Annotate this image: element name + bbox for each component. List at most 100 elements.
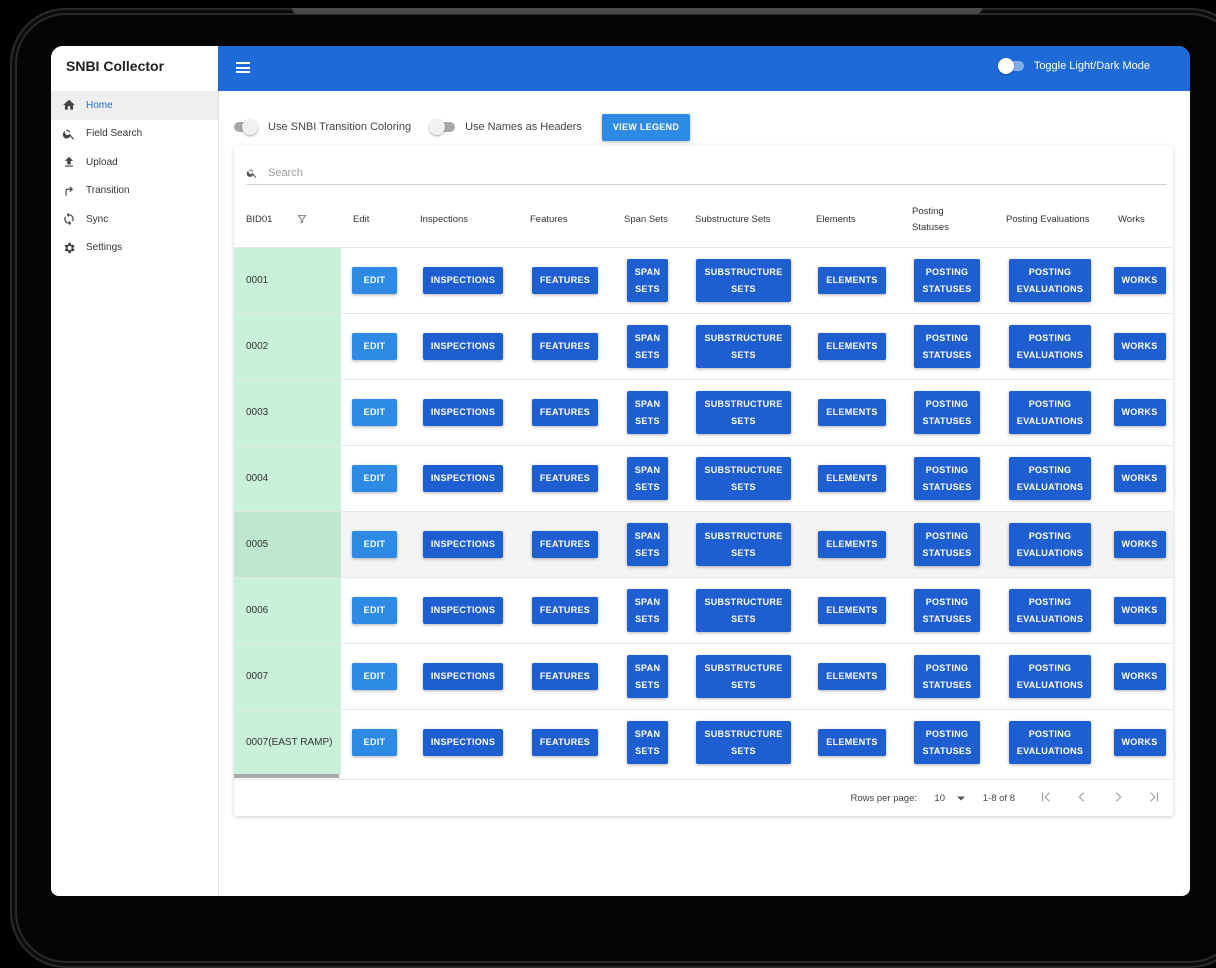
substructure-sets-button[interactable]: SUBSTRUCTURE SETS: [696, 523, 791, 566]
posting-statuses-button[interactable]: POSTING STATUSES: [914, 655, 980, 698]
transition-coloring-switch[interactable]: [234, 119, 258, 135]
features-button[interactable]: FEATURES: [531, 531, 599, 558]
elements-button[interactable]: ELEMENTS: [818, 465, 886, 492]
posting-evaluations-button[interactable]: POSTING EVALUATIONS: [1008, 655, 1092, 698]
substructure-sets-button[interactable]: SUBSTRUCTURE SETS: [696, 259, 791, 302]
inspections-button[interactable]: INSPECTIONS: [422, 267, 504, 294]
edit-button[interactable]: EDIT: [351, 267, 398, 294]
span-sets-button[interactable]: SPAN SETS: [626, 457, 669, 500]
inspections-button[interactable]: INSPECTIONS: [422, 663, 504, 690]
inspections-button[interactable]: INSPECTIONS: [422, 399, 504, 426]
works-button[interactable]: WORKS: [1113, 465, 1166, 492]
substructure-sets-button[interactable]: SUBSTRUCTURE SETS: [696, 325, 791, 368]
inspections-button[interactable]: INSPECTIONS: [422, 531, 504, 558]
features-button[interactable]: FEATURES: [531, 267, 599, 294]
sidebar-item-transition[interactable]: Transition: [51, 177, 218, 206]
filter-icon[interactable]: [297, 214, 308, 224]
sidebar-item-sync[interactable]: Sync: [51, 205, 218, 234]
span-sets-button[interactable]: SPAN SETS: [626, 259, 669, 302]
next-page-button[interactable]: [1111, 790, 1125, 804]
inspections-button[interactable]: INSPECTIONS: [422, 729, 504, 756]
sidebar-item-upload[interactable]: Upload: [51, 148, 218, 177]
substructure-sets-button[interactable]: SUBSTRUCTURE SETS: [696, 391, 791, 434]
span-sets-button[interactable]: SPAN SETS: [626, 523, 669, 566]
substructure-sets-button[interactable]: SUBSTRUCTURE SETS: [696, 655, 791, 698]
light-dark-switch[interactable]: [997, 58, 1024, 74]
menu-icon[interactable]: [236, 62, 250, 73]
posting-evaluations-button[interactable]: POSTING EVALUATIONS: [1008, 589, 1092, 632]
elements-button[interactable]: ELEMENTS: [818, 729, 886, 756]
edit-button[interactable]: EDIT: [351, 729, 398, 756]
edit-button[interactable]: EDIT: [351, 465, 398, 492]
inspections-cell: INSPECTIONS: [408, 577, 518, 644]
sidebar-item-field-search[interactable]: Field Search: [51, 120, 218, 149]
edit-button[interactable]: EDIT: [351, 597, 398, 624]
names-as-headers-switch[interactable]: [429, 119, 456, 135]
elements-button[interactable]: ELEMENTS: [818, 597, 886, 624]
button-label: EVALUATIONS: [1016, 283, 1084, 294]
inspections-button[interactable]: INSPECTIONS: [422, 333, 504, 360]
posting-statuses-button[interactable]: POSTING STATUSES: [914, 259, 980, 302]
edit-button[interactable]: EDIT: [351, 531, 398, 558]
substructure-sets-button[interactable]: SUBSTRUCTURE SETS: [696, 589, 791, 632]
span-sets-button[interactable]: SPAN SETS: [626, 655, 669, 698]
posting-evaluations-button[interactable]: POSTING EVALUATIONS: [1008, 325, 1092, 368]
edit-button[interactable]: EDIT: [351, 663, 398, 690]
posting-statuses-button[interactable]: POSTING STATUSES: [914, 391, 980, 434]
elements-button[interactable]: ELEMENTS: [818, 333, 886, 360]
elements-button[interactable]: ELEMENTS: [818, 663, 886, 690]
substructure-sets-button[interactable]: SUBSTRUCTURE SETS: [696, 721, 791, 764]
posting-evaluations-button[interactable]: POSTING EVALUATIONS: [1008, 721, 1092, 764]
features-button[interactable]: FEATURES: [531, 597, 599, 624]
span-sets-button[interactable]: SPAN SETS: [626, 325, 669, 368]
names-as-headers-toggle[interactable]: Use Names as Headers: [429, 119, 582, 135]
edit-button[interactable]: EDIT: [351, 333, 398, 360]
light-dark-toggle[interactable]: Toggle Light/Dark Mode: [997, 58, 1150, 74]
features-button[interactable]: FEATURES: [531, 663, 599, 690]
posting-evaluations-button[interactable]: POSTING EVALUATIONS: [1008, 457, 1092, 500]
posting-statuses-button[interactable]: POSTING STATUSES: [914, 589, 980, 632]
edit-button[interactable]: EDIT: [351, 399, 398, 426]
search-input[interactable]: [266, 166, 1150, 180]
posting-evaluations-button[interactable]: POSTING EVALUATIONS: [1008, 259, 1092, 302]
span-sets-button[interactable]: SPAN SETS: [626, 589, 669, 632]
horizontal-scrollbar[interactable]: [234, 774, 339, 778]
last-page-button[interactable]: [1147, 790, 1161, 804]
sidebar-item-home[interactable]: Home: [51, 91, 218, 120]
view-legend-button[interactable]: VIEW LEGEND: [601, 113, 691, 141]
inspections-button[interactable]: INSPECTIONS: [422, 465, 504, 492]
span-sets-button[interactable]: SPAN SETS: [626, 391, 669, 434]
works-button[interactable]: WORKS: [1113, 597, 1166, 624]
works-button[interactable]: WORKS: [1113, 729, 1166, 756]
features-button[interactable]: FEATURES: [531, 729, 599, 756]
posting-statuses-button[interactable]: POSTING STATUSES: [914, 523, 980, 566]
elements-button[interactable]: ELEMENTS: [818, 531, 886, 558]
elements-button[interactable]: ELEMENTS: [818, 399, 886, 426]
posting-statuses-button[interactable]: POSTING STATUSES: [914, 457, 980, 500]
elements-button[interactable]: ELEMENTS: [818, 267, 886, 294]
substructure-sets-button[interactable]: SUBSTRUCTURE SETS: [696, 457, 791, 500]
posting-evaluations-button[interactable]: POSTING EVALUATIONS: [1008, 391, 1092, 434]
transition-coloring-toggle[interactable]: Use SNBI Transition Coloring: [234, 119, 411, 135]
inspections-button[interactable]: INSPECTIONS: [422, 597, 504, 624]
works-button[interactable]: WORKS: [1113, 399, 1166, 426]
sidebar-item-label: Field Search: [86, 128, 143, 140]
works-button[interactable]: WORKS: [1113, 531, 1166, 558]
works-button[interactable]: WORKS: [1113, 267, 1166, 294]
first-page-button[interactable]: [1039, 790, 1053, 804]
works-button[interactable]: WORKS: [1113, 333, 1166, 360]
features-button[interactable]: FEATURES: [531, 399, 599, 426]
previous-page-button[interactable]: [1075, 790, 1089, 804]
sidebar-item-settings[interactable]: Settings: [51, 234, 218, 263]
posting-evaluations-button[interactable]: POSTING EVALUATIONS: [1008, 523, 1092, 566]
works-button[interactable]: WORKS: [1113, 663, 1166, 690]
features-button[interactable]: FEATURES: [531, 465, 599, 492]
column-header-bid01[interactable]: BID01: [234, 192, 341, 248]
rows-per-page-select[interactable]: 10: [934, 793, 965, 804]
posting-statuses-button[interactable]: POSTING STATUSES: [914, 721, 980, 764]
posting-statuses-button[interactable]: POSTING STATUSES: [914, 325, 980, 368]
span-sets-button[interactable]: SPAN SETS: [626, 721, 669, 764]
works-cell: WORKS: [1106, 577, 1173, 644]
sidebar-item-label: Home: [86, 99, 113, 111]
features-button[interactable]: FEATURES: [531, 333, 599, 360]
